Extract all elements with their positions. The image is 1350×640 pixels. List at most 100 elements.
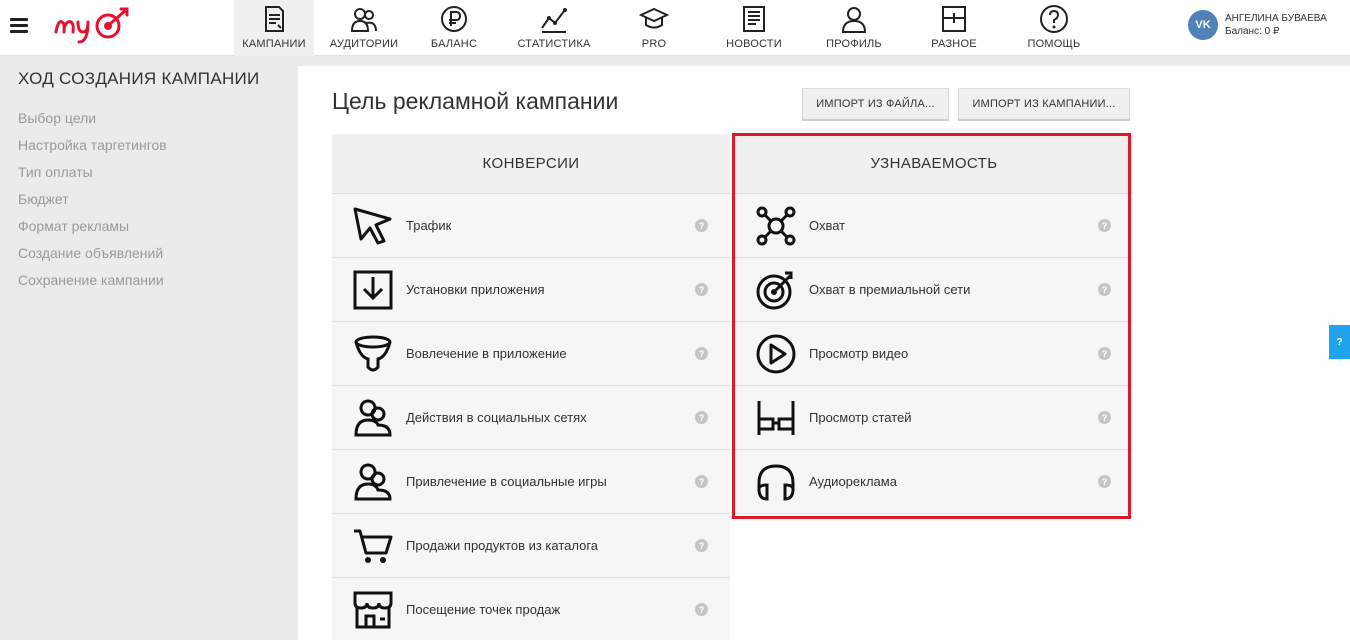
question-icon[interactable]: ? <box>1098 475 1111 488</box>
step-ad-format[interactable]: Формат рекламы <box>18 213 280 240</box>
nav-label: СТАТИСТИКА <box>517 38 591 50</box>
goal-label: Аудиореклама <box>809 474 897 489</box>
question-icon[interactable]: ? <box>1098 347 1111 360</box>
statistics-icon <box>541 8 567 33</box>
sidebar-title: ХОД СОЗДАНИЯ КАМПАНИИ <box>18 69 260 88</box>
menu-icon[interactable] <box>10 18 28 33</box>
side-help-tab[interactable]: ? <box>1329 325 1350 359</box>
nav-pro[interactable]: PRO <box>614 0 694 56</box>
nav-help[interactable]: ПОМОЩЬ <box>1014 0 1094 56</box>
goal-reach[interactable]: Охват ? <box>735 194 1133 258</box>
user-balance: Баланс: 0 ₽ <box>1225 26 1280 37</box>
nav-profile[interactable]: ПРОФИЛЬ <box>814 0 894 56</box>
goal-audio-ads[interactable]: Аудиореклама ? <box>735 450 1133 514</box>
nav-label: КАМПАНИИ <box>242 38 306 50</box>
cart-icon <box>354 529 393 563</box>
step-save-campaign[interactable]: Сохранение кампании <box>18 267 280 294</box>
download-icon <box>353 270 393 309</box>
goal-premium-reach[interactable]: Охват в премиальной сети ? <box>735 258 1133 322</box>
user-info: АНГЕЛИНА БУВАЕВА Баланс: 0 ₽ <box>1225 12 1327 38</box>
headphones-icon <box>757 463 795 501</box>
goal-catalog-sales[interactable]: Продажи продуктов из каталога ? <box>332 514 730 578</box>
question-icon[interactable]: ? <box>1098 283 1111 296</box>
nav-misc[interactable]: РАЗНОЕ <box>894 0 1014 56</box>
nav-label: PRO <box>641 38 667 50</box>
question-icon[interactable]: ? <box>695 539 708 552</box>
conversions-header: КОНВЕРСИИ <box>332 134 730 194</box>
campaign-progress-sidebar: ХОД СОЗДАНИЯ КАМПАНИИ Выбор цели Настрой… <box>0 57 298 640</box>
goal-label: Охват <box>809 218 846 233</box>
import-from-campaign-button[interactable]: ИМПОРТ ИЗ КАМПАНИИ... <box>958 88 1130 121</box>
nav-news[interactable]: НОВОСТИ <box>694 0 814 56</box>
goal-app-engagement[interactable]: Вовлечение в приложение ? <box>332 322 730 386</box>
balance-icon <box>441 6 467 32</box>
nav-statistics[interactable]: СТАТИСТИКА <box>494 0 614 56</box>
user-account[interactable]: VK АНГЕЛИНА БУВАЕВА Баланс: 0 ₽ <box>1188 10 1327 40</box>
misc-icon <box>942 6 966 32</box>
nav-campaigns[interactable]: КАМПАНИИ <box>234 0 314 56</box>
vk-icon: VK <box>1188 10 1218 40</box>
user-name: АНГЕЛИНА БУВАЕВА <box>1225 13 1327 24</box>
goal-label: Просмотр статей <box>809 410 912 425</box>
main-content: Цель рекламной кампании ИМПОРТ ИЗ ФАЙЛА.… <box>298 66 1350 640</box>
conversions-column: КОНВЕРСИИ Трафик ? Установки приложения … <box>332 134 730 640</box>
goal-label: Вовлечение в приложение <box>406 346 567 361</box>
goal-article-views[interactable]: Просмотр статей ? <box>735 386 1133 450</box>
awareness-column: УЗНАВАЕМОСТЬ Охват ? Охват в премиальной… <box>735 134 1133 514</box>
social-icon <box>354 399 392 436</box>
goal-social-games[interactable]: Привлечение в социальные игры ? <box>332 450 730 514</box>
help-icon <box>1040 5 1068 33</box>
page-title: Цель рекламной кампании <box>332 88 619 114</box>
social-games-icon <box>354 463 392 500</box>
goal-store-visits[interactable]: Посещение точек продаж ? <box>332 578 730 640</box>
goal-label: Привлечение в социальные игры <box>406 474 607 489</box>
nav-label: НОВОСТИ <box>726 38 782 50</box>
reach-icon <box>756 206 796 245</box>
step-payment-type[interactable]: Тип оплаты <box>18 159 280 186</box>
target-icon <box>756 271 793 309</box>
question-icon[interactable]: ? <box>695 475 708 488</box>
funnel-icon <box>354 335 392 371</box>
step-ad-creation[interactable]: Создание объявлений <box>18 240 280 267</box>
question-icon[interactable]: ? <box>695 283 708 296</box>
goal-social-actions[interactable]: Действия в социальных сетях ? <box>332 386 730 450</box>
main-nav: КАМПАНИИ АУДИТОРИИ БАЛАНС СТАТИСТИКА PRO… <box>234 0 1094 56</box>
question-icon[interactable]: ? <box>695 411 708 424</box>
play-icon <box>756 334 796 373</box>
goal-app-installs[interactable]: Установки приложения ? <box>332 258 730 322</box>
question-icon[interactable]: ? <box>695 347 708 360</box>
question-icon[interactable]: ? <box>1098 219 1111 232</box>
step-budget[interactable]: Бюджет <box>18 186 280 213</box>
mytarget-logo[interactable] <box>52 4 136 48</box>
goal-label: Просмотр видео <box>809 346 909 361</box>
step-goal[interactable]: Выбор цели <box>18 105 280 132</box>
question-icon[interactable]: ? <box>695 219 708 232</box>
nav-audiences[interactable]: АУДИТОРИИ <box>314 0 414 56</box>
nav-label: АУДИТОРИИ <box>329 38 399 50</box>
cursor-icon <box>353 207 392 244</box>
nav-label: РАЗНОЕ <box>931 38 977 50</box>
goal-traffic[interactable]: Трафик ? <box>332 194 730 258</box>
goal-label: Охват в премиальной сети <box>809 282 971 297</box>
step-targeting[interactable]: Настройка таргетингов <box>18 132 280 159</box>
nav-label: БАЛАНС <box>430 38 478 50</box>
goal-label: Трафик <box>406 218 452 233</box>
goal-video-views[interactable]: Просмотр видео ? <box>735 322 1133 386</box>
import-from-file-button[interactable]: ИМПОРТ ИЗ ФАЙЛА... <box>802 88 949 121</box>
question-icon[interactable]: ? <box>695 603 708 616</box>
nav-label: ПОМОЩЬ <box>1027 38 1081 50</box>
awareness-header: УЗНАВАЕМОСТЬ <box>735 134 1133 194</box>
news-icon <box>743 6 765 32</box>
store-icon <box>353 591 393 628</box>
nav-balance[interactable]: БАЛАНС <box>414 0 494 56</box>
audiences-icon <box>350 8 377 32</box>
goal-label: Посещение точек продаж <box>406 602 561 617</box>
pro-icon <box>639 7 669 29</box>
question-icon[interactable]: ? <box>1098 411 1111 424</box>
top-navigation-bar: КАМПАНИИ АУДИТОРИИ БАЛАНС СТАТИСТИКА PRO… <box>0 0 1350 56</box>
profile-icon <box>841 7 867 33</box>
nav-label: ПРОФИЛЬ <box>826 38 882 50</box>
goal-label: Продажи продуктов из каталога <box>406 538 599 553</box>
goal-label: Действия в социальных сетях <box>406 410 587 425</box>
goal-label: Установки приложения <box>406 282 545 297</box>
